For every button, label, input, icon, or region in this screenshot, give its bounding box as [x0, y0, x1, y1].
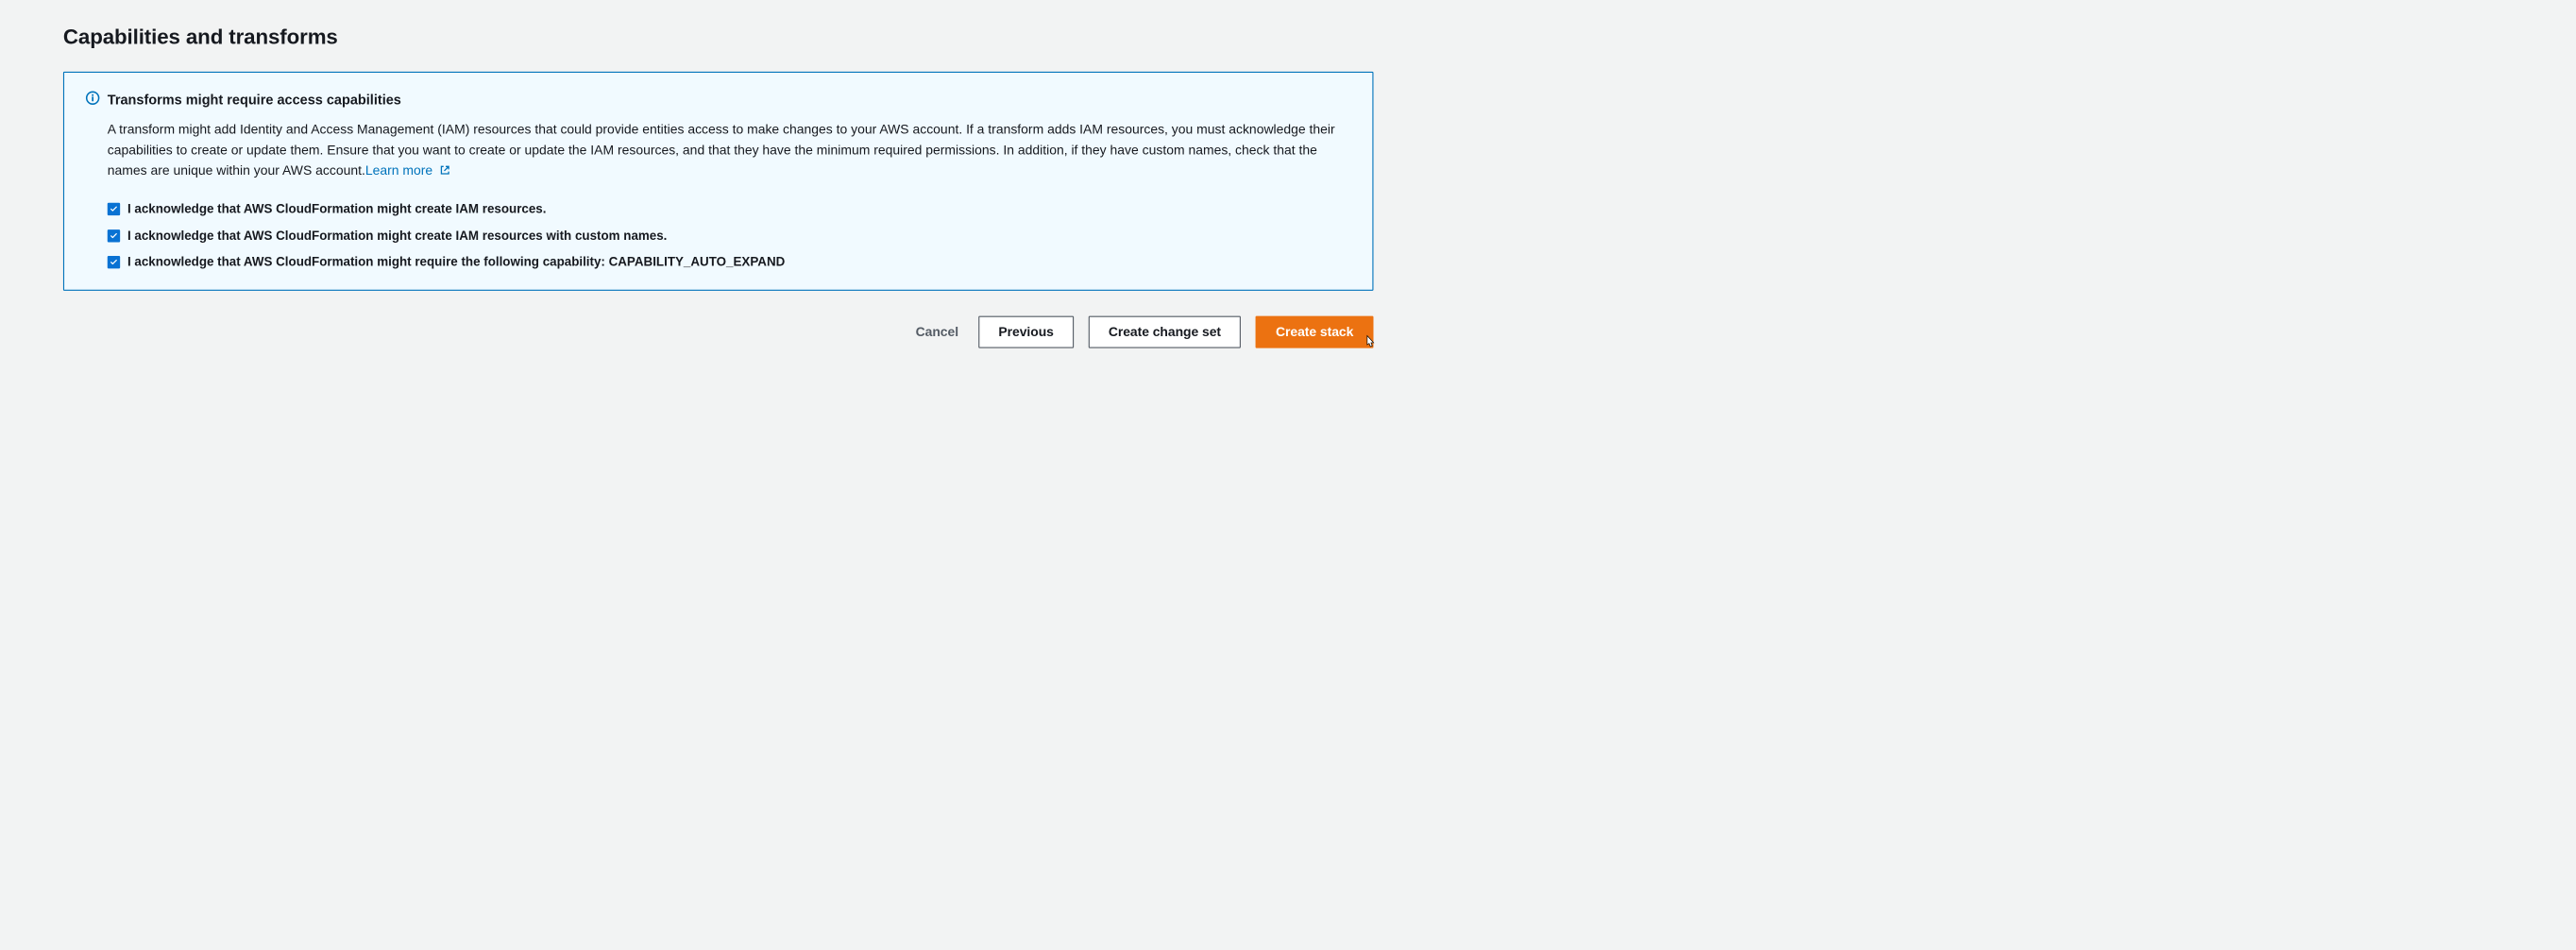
checkbox-label: I acknowledge that AWS CloudFormation mi…	[127, 254, 785, 271]
checkbox-iam-custom-names[interactable]	[108, 229, 120, 242]
info-alert: Transforms might require access capabili…	[63, 72, 1374, 291]
wizard-footer-buttons: Cancel Previous Create change set Create…	[63, 316, 1374, 348]
acknowledgement-list: I acknowledge that AWS CloudFormation mi…	[108, 201, 1351, 271]
previous-button[interactable]: Previous	[978, 316, 1074, 348]
info-alert-title: Transforms might require access capabili…	[108, 90, 1351, 110]
acknowledgement-item: I acknowledge that AWS CloudFormation mi…	[108, 228, 1351, 245]
create-stack-button[interactable]: Create stack	[1256, 316, 1374, 348]
create-change-set-button[interactable]: Create change set	[1089, 316, 1242, 348]
info-alert-description: A transform might add Identity and Acces…	[108, 120, 1351, 182]
checkbox-iam-resources[interactable]	[108, 203, 120, 215]
section-title: Capabilities and transforms	[63, 21, 1374, 52]
learn-more-link[interactable]: Learn more	[365, 163, 451, 178]
capabilities-section: Capabilities and transforms Transforms m…	[0, 0, 1436, 369]
learn-more-label: Learn more	[365, 163, 432, 178]
info-content: Transforms might require access capabili…	[108, 90, 1351, 271]
checkbox-label: I acknowledge that AWS CloudFormation mi…	[127, 201, 547, 218]
info-alert-description-text: A transform might add Identity and Acces…	[108, 122, 1335, 178]
checkbox-label: I acknowledge that AWS CloudFormation mi…	[127, 228, 667, 245]
info-icon	[85, 91, 100, 106]
cancel-button[interactable]: Cancel	[910, 317, 964, 348]
checkbox-capability-auto-expand[interactable]	[108, 256, 120, 268]
external-link-icon	[439, 161, 450, 182]
acknowledgement-item: I acknowledge that AWS CloudFormation mi…	[108, 254, 1351, 271]
acknowledgement-item: I acknowledge that AWS CloudFormation mi…	[108, 201, 1351, 218]
